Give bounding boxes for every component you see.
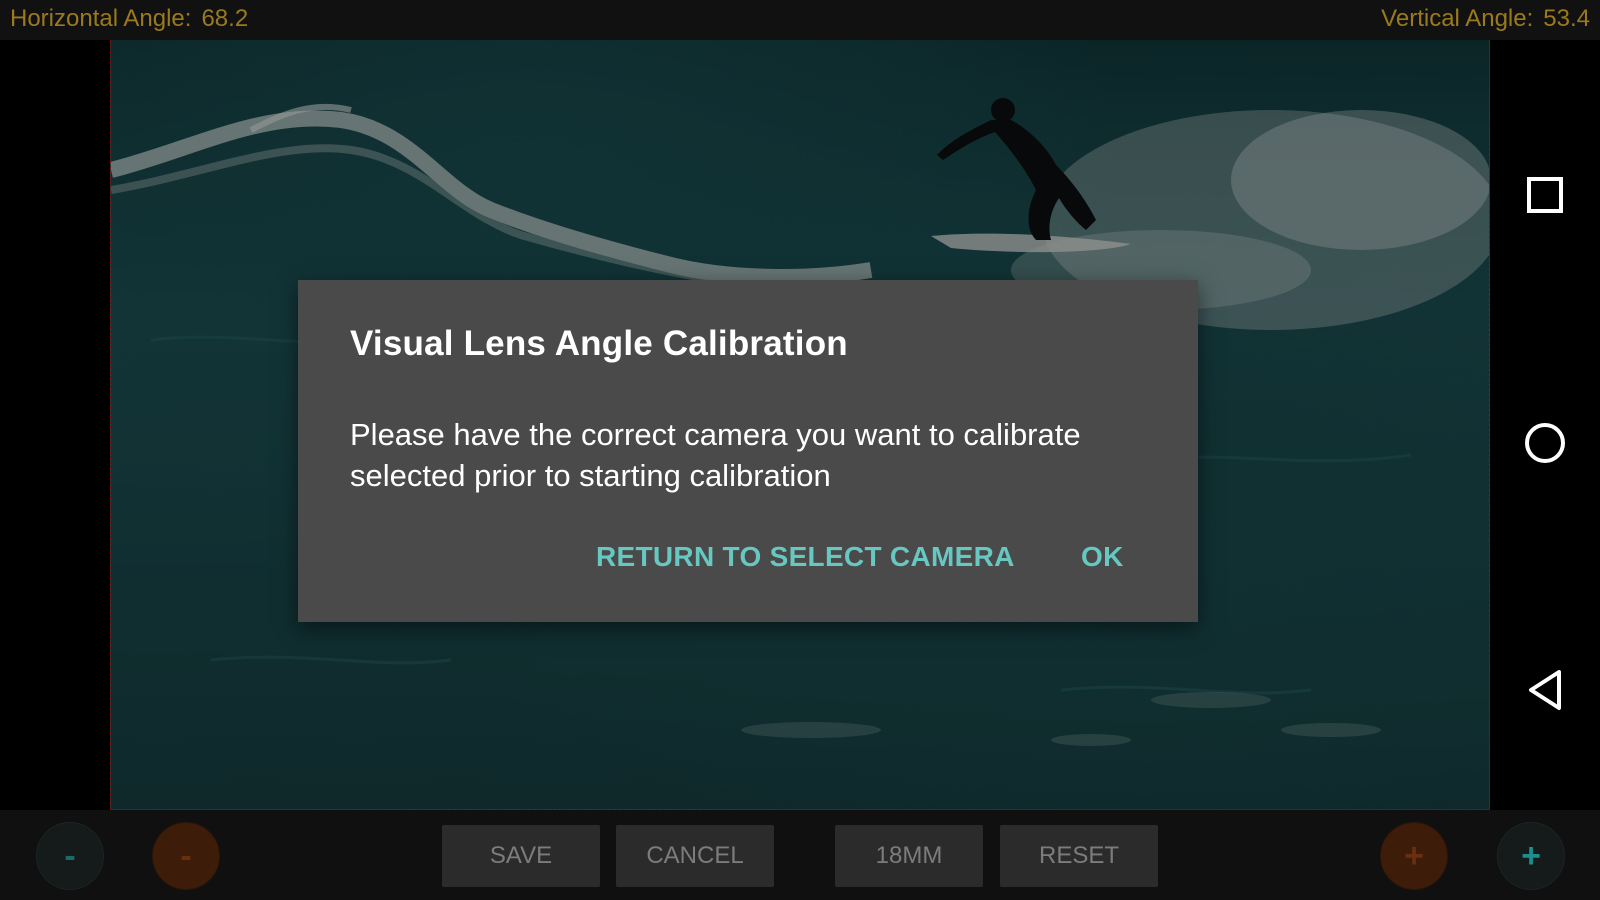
- home-button[interactable]: [1520, 418, 1570, 468]
- status-bar: Horizontal Angle: 68.2 Vertical Angle: 53.…: [0, 0, 1600, 40]
- cancel-button[interactable]: CANCEL: [616, 825, 774, 887]
- return-to-select-camera-button[interactable]: RETURN TO SELECT CAMERA: [596, 541, 1015, 573]
- save-button[interactable]: SAVE: [442, 825, 600, 887]
- minus-icon: -: [64, 836, 76, 875]
- plus-icon: +: [1404, 836, 1424, 875]
- recents-square-icon: [1527, 177, 1563, 213]
- lens-18mm-button[interactable]: 18MM: [835, 825, 983, 887]
- reset-button[interactable]: RESET: [1000, 825, 1158, 887]
- vertical-angle-value: 53.4: [1543, 5, 1590, 32]
- dialog-message: Please have the correct camera you want …: [350, 417, 1081, 493]
- horizontal-angle-label: Horizontal Angle:: [10, 5, 192, 32]
- vertical-angle-readout: Vertical Angle: 53.4: [1381, 5, 1590, 33]
- decrease-fine-button[interactable]: -: [36, 822, 104, 890]
- calibration-dialog: Visual Lens Angle Calibration Please hav…: [298, 280, 1198, 622]
- horizontal-angle-readout: Horizontal Angle: 68.2: [10, 5, 248, 33]
- decrease-coarse-button[interactable]: -: [152, 822, 220, 890]
- plus-icon: +: [1521, 836, 1541, 875]
- increase-coarse-button[interactable]: +: [1380, 822, 1448, 890]
- system-nav-bar: [1490, 40, 1600, 810]
- bottom-toolbar: - - SAVE CANCEL 18MM RESET + +: [0, 810, 1600, 900]
- increase-fine-button[interactable]: +: [1497, 822, 1565, 890]
- back-button[interactable]: [1520, 665, 1570, 715]
- recents-button[interactable]: [1520, 170, 1570, 220]
- dialog-title: Visual Lens Angle Calibration: [350, 324, 848, 363]
- ok-button[interactable]: OK: [1081, 541, 1124, 573]
- horizontal-angle-value: 68.2: [201, 5, 249, 32]
- back-triangle-icon: [1529, 670, 1561, 710]
- vertical-angle-label: Vertical Angle:: [1381, 5, 1534, 32]
- minus-icon: -: [180, 836, 192, 875]
- home-circle-icon: [1525, 423, 1565, 463]
